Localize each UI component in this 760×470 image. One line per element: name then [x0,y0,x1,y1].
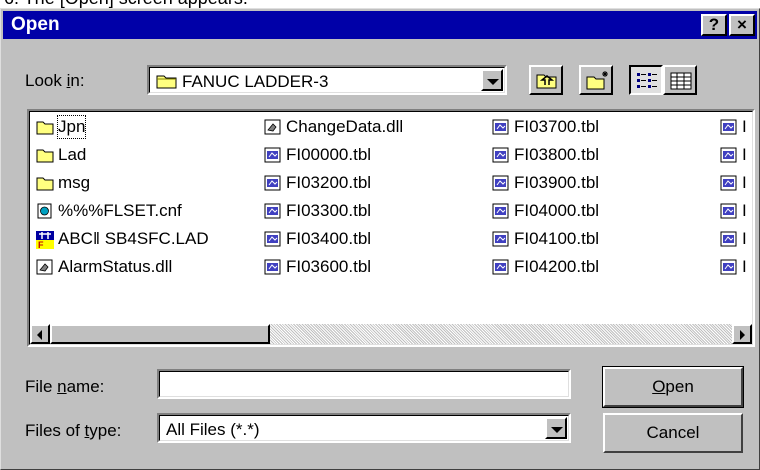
tbl-file-icon [720,147,738,163]
file-name-text: FI03900.tbl [514,173,600,192]
file-name-text: FI04200.tbl [514,257,600,276]
open-dialog: Open ? × Look in: FANUC LADDER-3 Jpn Lad… [0,8,760,470]
file-name-text: FI03600.tbl [286,257,372,276]
up-folder-icon [536,71,558,94]
dll-file-icon [36,259,54,275]
details-view-button[interactable] [663,65,697,95]
file-name-text: I [742,173,747,192]
file-name-text: %%%FLSET.cnf [58,201,182,220]
tbl-file-icon [264,259,282,275]
create-new-folder-button[interactable] [579,65,613,95]
file-name-text: FI04100.tbl [514,229,600,248]
svg-text:F: F [38,240,44,249]
scroll-right-button[interactable] [732,324,752,344]
tbl-file-icon [492,231,510,247]
scroll-left-button[interactable] [30,324,50,344]
tbl-file-icon [720,231,738,247]
file-name-text: I [742,117,747,136]
files-of-type-dropdown-arrow[interactable] [545,417,567,439]
file-name-text: Jpn [56,115,87,139]
new-folder-icon [586,70,610,95]
file-name-text: I [742,257,747,276]
look-in-label: Look in: [25,71,85,90]
details-view-icon [670,72,692,95]
files-of-type-combo[interactable]: All Files (*.*) [157,413,571,443]
tbl-file-icon [492,175,510,191]
look-in-dropdown-arrow[interactable] [481,69,503,91]
folder-icon [156,73,178,89]
horizontal-scrollbar[interactable] [30,324,752,344]
file-name-text: FI03800.tbl [514,145,600,164]
title-bar[interactable]: Open ? × [3,11,757,39]
tbl-file-icon [492,119,510,135]
file-list-area[interactable]: Jpn Lad msg %%%FLSET.cnf F ABC‖ SB4SFC.LAD Ala… [30,112,752,318]
instruction-caption: 6. The [Open] screen appears. [0,0,760,8]
tbl-file-icon [492,147,510,163]
tbl-file-icon [264,231,282,247]
help-button[interactable]: ? [701,14,727,36]
folder-icon [36,175,54,191]
up-one-level-button[interactable] [529,65,563,95]
folder-icon [36,147,54,163]
look-in-value: FANUC LADDER-3 [182,72,329,91]
file-name-text: I [742,201,747,220]
tbl-file-icon [264,175,282,191]
look-in-combo[interactable]: FANUC LADDER-3 [147,65,507,95]
file-name-label: File name: [25,377,105,396]
file-name-text: msg [58,173,91,192]
tbl-file-icon [720,203,738,219]
file-name-text: I [742,145,747,164]
file-name-text: AlarmStatus.dll [58,257,173,276]
file-name-field[interactable] [157,369,571,399]
file-list[interactable]: Jpn Lad msg %%%FLSET.cnf F ABC‖ SB4SFC.LAD Ala… [27,109,755,347]
tbl-file-icon [264,147,282,163]
config-file-icon [36,203,54,219]
file-name-text: Lad [58,145,87,164]
file-name-text: FI03300.tbl [286,201,372,220]
cancel-button[interactable]: Cancel [603,413,743,453]
folder-icon [36,119,54,135]
tbl-file-icon [720,175,738,191]
list-view-button[interactable] [629,65,663,95]
scroll-thumb[interactable] [50,324,270,344]
list-view-icon [636,72,658,95]
tbl-file-icon [720,259,738,275]
tbl-file-icon [264,203,282,219]
tbl-file-icon [492,259,510,275]
file-name-text: FI03200.tbl [286,173,372,192]
file-name-text: FI03400.tbl [286,229,372,248]
dll-file-icon [264,119,282,135]
tbl-file-icon [720,119,738,135]
file-name-text: ABC‖ SB4SFC.LAD [58,229,209,248]
files-of-type-label: Files of type: [25,421,122,440]
close-button[interactable]: × [729,14,755,36]
file-name-text: FI04000.tbl [514,201,600,220]
tbl-file-icon [492,203,510,219]
file-name-text: I [742,229,747,248]
dialog-title: Open [11,14,60,35]
files-of-type-value: All Files (*.*) [166,420,260,439]
open-button[interactable]: Open [602,366,744,408]
ladder-file-icon: F [36,231,54,250]
file-name-text: FI03700.tbl [514,117,600,136]
file-name-text: ChangeData.dll [286,117,404,136]
file-name-text: FI00000.tbl [286,145,372,164]
